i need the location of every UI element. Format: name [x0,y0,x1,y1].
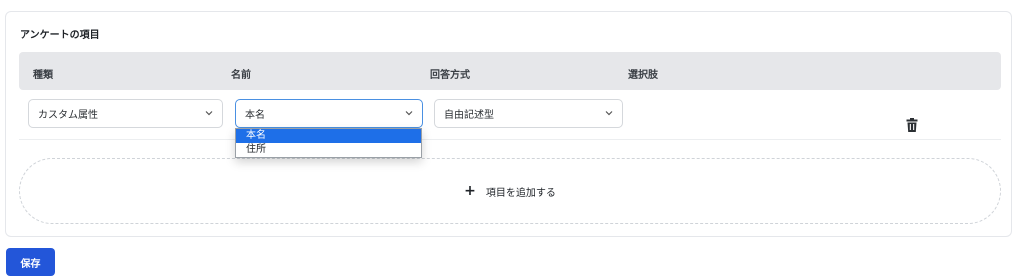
header-name: 名前 [231,70,251,81]
row-divider [19,139,1001,140]
type-select-value: カスタム属性 [38,110,98,121]
add-item-label: 項目を追加する [485,187,556,199]
dropdown-option-selected[interactable]: 本名 [236,129,421,143]
header-choices: 選択肢 [628,70,658,81]
save-button[interactable]: 保存 [6,248,55,276]
header-type: 種類 [33,70,53,81]
plus-icon: + [464,183,476,199]
name-select[interactable]: 本名 [235,99,423,128]
chevron-down-icon [405,111,413,116]
header-answer-format: 回答方式 [430,70,470,81]
table-header: 種類 名前 回答方式 選択肢 [19,52,1001,90]
answer-format-value: 自由記述型 [444,110,494,121]
answer-format-select[interactable]: 自由記述型 [434,99,623,128]
chevron-down-icon [205,111,213,116]
dropdown-option[interactable]: 住所 [236,143,421,157]
survey-items-panel: アンケートの項目 種類 名前 回答方式 選択肢 カスタム属性 本名 自由記述型 … [5,11,1012,237]
chevron-down-icon [605,111,613,116]
trash-icon[interactable] [906,118,918,132]
section-title: アンケートの項目 [20,30,100,41]
name-select-value: 本名 [245,110,265,121]
name-dropdown-menu: 本名 住所 [235,128,422,158]
add-item-button[interactable]: + 項目を追加する [19,158,1001,224]
type-select[interactable]: カスタム属性 [28,99,223,128]
